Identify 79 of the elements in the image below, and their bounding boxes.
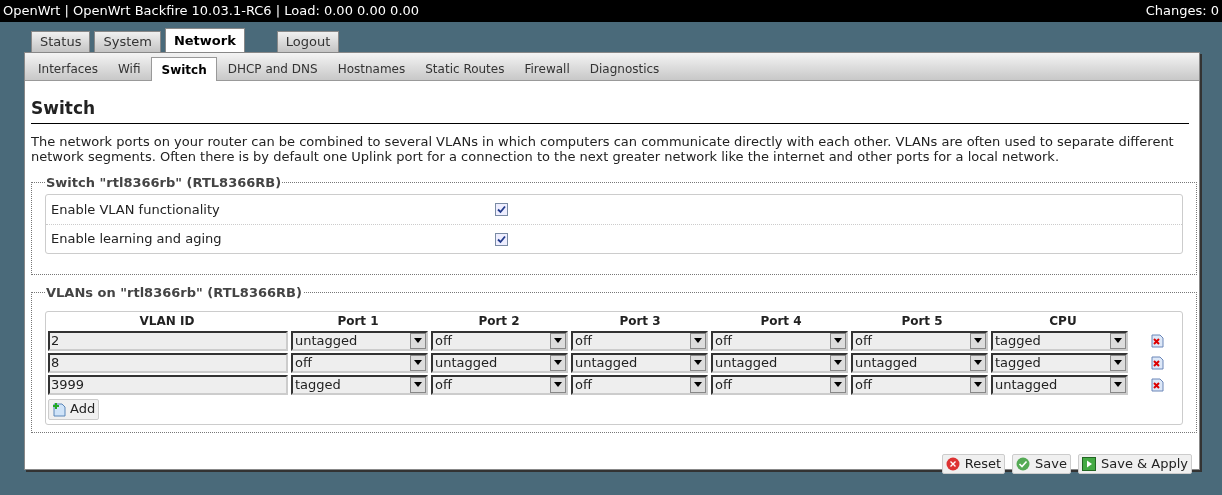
add-icon [52, 401, 67, 417]
option-label: Enable VLAN functionality [50, 200, 221, 219]
port-select[interactable]: untagged [431, 352, 568, 373]
caret-icon [690, 376, 706, 393]
caret-icon [830, 332, 846, 349]
delete-icon[interactable] [1151, 355, 1164, 370]
column-header: VLAN ID [138, 312, 196, 330]
port-select[interactable]: off [571, 374, 708, 395]
port-select[interactable]: off [571, 330, 708, 351]
caret-icon [550, 376, 566, 393]
port-select[interactable]: untagged [851, 352, 988, 373]
nav-tab[interactable]: System [94, 31, 161, 52]
port-select[interactable]: untagged [571, 352, 708, 373]
sub-tab[interactable]: Diagnostics [580, 58, 669, 80]
nav-tab[interactable]: Status [31, 31, 91, 52]
sub-tab[interactable]: Wifi [109, 58, 150, 80]
port-select[interactable]: tagged [991, 352, 1128, 373]
delete-icon[interactable] [1151, 333, 1164, 348]
sub-tab[interactable]: Switch [151, 57, 217, 81]
column-header: Port 1 [336, 312, 380, 330]
reset-button[interactable]: Reset [941, 453, 1006, 474]
check-icon [1016, 456, 1031, 471]
caret-icon [690, 354, 706, 371]
vlan-id-field[interactable]: 3999 [48, 374, 288, 395]
description-text: The network ports on your router can be combined to several VLANs in which computers can communicate directly with each other. VLANs are often used to separate different network segments. Often there is by default one Uplink port for a connection to the next greater network like the internet and other ports for a local network. [31, 133, 1175, 164]
vlan-id-field[interactable]: 8 [48, 352, 288, 373]
port-select[interactable]: off [431, 330, 568, 351]
column-header: Port 3 [618, 312, 662, 330]
play-icon [1082, 456, 1096, 471]
sub-tab[interactable]: Hostnames [328, 58, 415, 80]
nav-tab[interactable]: Network [164, 28, 245, 52]
port-select[interactable]: off [851, 374, 988, 395]
caret-icon [410, 376, 426, 393]
caret-icon [1110, 376, 1126, 393]
caret-icon [830, 354, 846, 371]
reset-icon [945, 456, 960, 471]
caret-icon [970, 332, 986, 349]
caret-icon [1110, 354, 1126, 371]
port-select[interactable]: untagged [291, 330, 428, 351]
port-select[interactable]: untagged [711, 352, 848, 373]
port-select[interactable]: off [851, 330, 988, 351]
header-title: OpenWrt | OpenWrt Backfire 10.03.1-RC6 | Load: 0.00 0.00 0.00 [3, 2, 420, 21]
vlan-id-field[interactable]: 2 [48, 330, 288, 351]
page-title: Switch [31, 96, 1189, 124]
port-select[interactable]: tagged [991, 330, 1128, 351]
caret-icon [690, 332, 706, 349]
caret-icon [410, 354, 426, 371]
changes-count: Changes: 0 [1145, 2, 1219, 21]
nav-tab[interactable]: Logout [276, 31, 340, 52]
port-select[interactable]: off [711, 374, 848, 395]
sub-tab[interactable]: Static Routes [416, 58, 514, 80]
checkbox[interactable] [495, 232, 508, 246]
checkbox[interactable] [495, 203, 508, 216]
sub-tab[interactable]: Interfaces [29, 58, 107, 80]
section-legend: Switch "rtl8366rb" (RTL8366RB) [45, 172, 283, 192]
delete-icon[interactable] [1151, 377, 1164, 392]
caret-icon [830, 376, 846, 393]
port-select[interactable]: off [431, 374, 568, 395]
sub-tab[interactable]: DHCP and DNS [218, 58, 327, 80]
port-select[interactable]: tagged [291, 374, 428, 395]
column-header: Port 2 [477, 312, 521, 330]
port-select[interactable]: untagged [991, 374, 1128, 395]
section-legend: VLANs on "rtl8366rb" (RTL8366RB) [45, 283, 303, 303]
option-label: Enable learning and aging [50, 230, 223, 249]
caret-icon [970, 376, 986, 393]
sub-tab[interactable]: Firewall [515, 58, 579, 80]
column-header: Port 5 [900, 312, 944, 330]
column-header: Port 4 [759, 312, 803, 330]
caret-icon [550, 354, 566, 371]
caret-icon [970, 354, 986, 371]
caret-icon [410, 332, 426, 349]
apply-button[interactable]: Save & Apply [1078, 453, 1192, 474]
port-select[interactable]: off [711, 330, 848, 351]
caret-icon [1110, 332, 1126, 349]
column-header: CPU [1048, 312, 1078, 330]
port-select[interactable]: off [291, 352, 428, 373]
save-button[interactable]: Save [1012, 453, 1071, 474]
caret-icon [550, 332, 566, 349]
add-button[interactable]: Add [48, 398, 100, 420]
